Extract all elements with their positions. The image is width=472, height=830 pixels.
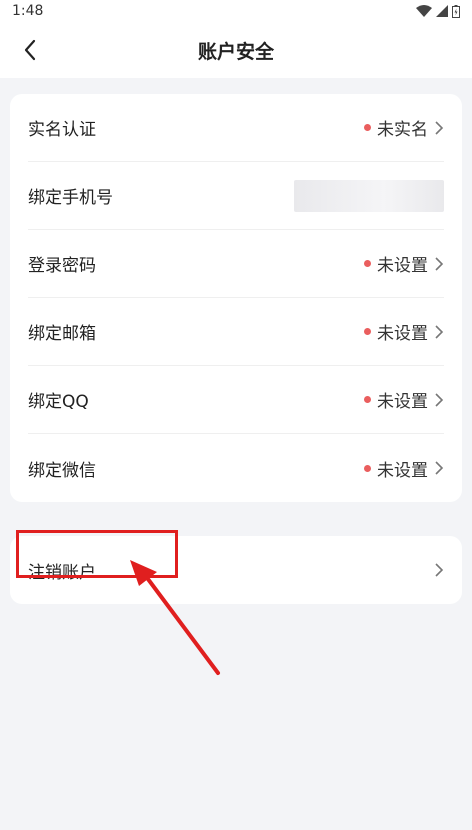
status-dot (364, 124, 371, 131)
row-label: 绑定邮箱 (28, 324, 96, 344)
security-card: 实名认证 未实名 绑定手机号 登录密码 未设置 绑定邮箱 未设置 绑定QQ 未设… (10, 94, 462, 502)
row-value: 未设置 (377, 392, 428, 412)
row-label: 实名认证 (28, 120, 96, 140)
status-icons (416, 4, 460, 18)
row-phone[interactable]: 绑定手机号 (28, 162, 444, 230)
row-label: 登录密码 (28, 256, 96, 276)
battery-icon (452, 4, 460, 18)
status-dot (364, 396, 371, 403)
row-label: 绑定QQ (28, 392, 89, 412)
row-real-name[interactable]: 实名认证 未实名 (28, 94, 444, 162)
back-button[interactable] (16, 36, 44, 64)
status-dot (364, 464, 371, 472)
row-status: 未设置 (364, 387, 444, 412)
chevron-right-icon (435, 563, 444, 577)
row-status: 未设置 (364, 251, 444, 276)
row-email[interactable]: 绑定邮箱 未设置 (28, 298, 444, 366)
chevron-right-icon (435, 392, 444, 407)
row-value: 未设置 (377, 324, 428, 344)
row-status: 未设置 (364, 319, 444, 344)
row-label: 绑定手机号 (28, 188, 113, 208)
status-dot (364, 260, 371, 267)
wifi-icon (416, 5, 432, 17)
row-qq[interactable]: 绑定QQ 未设置 (28, 366, 444, 434)
chevron-right-icon (435, 256, 444, 271)
status-time: 1:48 (12, 3, 44, 19)
row-status: 未实名 (364, 115, 444, 140)
row-status (434, 563, 444, 577)
row-value: 未设置 (377, 460, 428, 481)
row-status (294, 179, 444, 212)
chevron-right-icon (435, 324, 444, 339)
header: 账户安全 (0, 22, 472, 78)
row-wechat[interactable]: 绑定微信 未设置 (28, 434, 444, 502)
masked-phone-number (294, 179, 444, 212)
annotation-highlight-box (16, 530, 178, 578)
signal-icon (436, 5, 448, 17)
status-bar: 1:48 (0, 0, 472, 22)
chevron-right-icon (435, 461, 444, 475)
chevron-right-icon (435, 120, 444, 135)
row-password[interactable]: 登录密码 未设置 (28, 230, 444, 298)
status-dot (364, 328, 371, 335)
row-value: 未实名 (377, 120, 428, 140)
row-label: 绑定微信 (28, 460, 96, 481)
page-title: 账户安全 (197, 40, 274, 63)
row-status: 未设置 (364, 456, 444, 481)
back-arrow-icon (24, 39, 36, 61)
row-value: 未设置 (377, 256, 428, 276)
